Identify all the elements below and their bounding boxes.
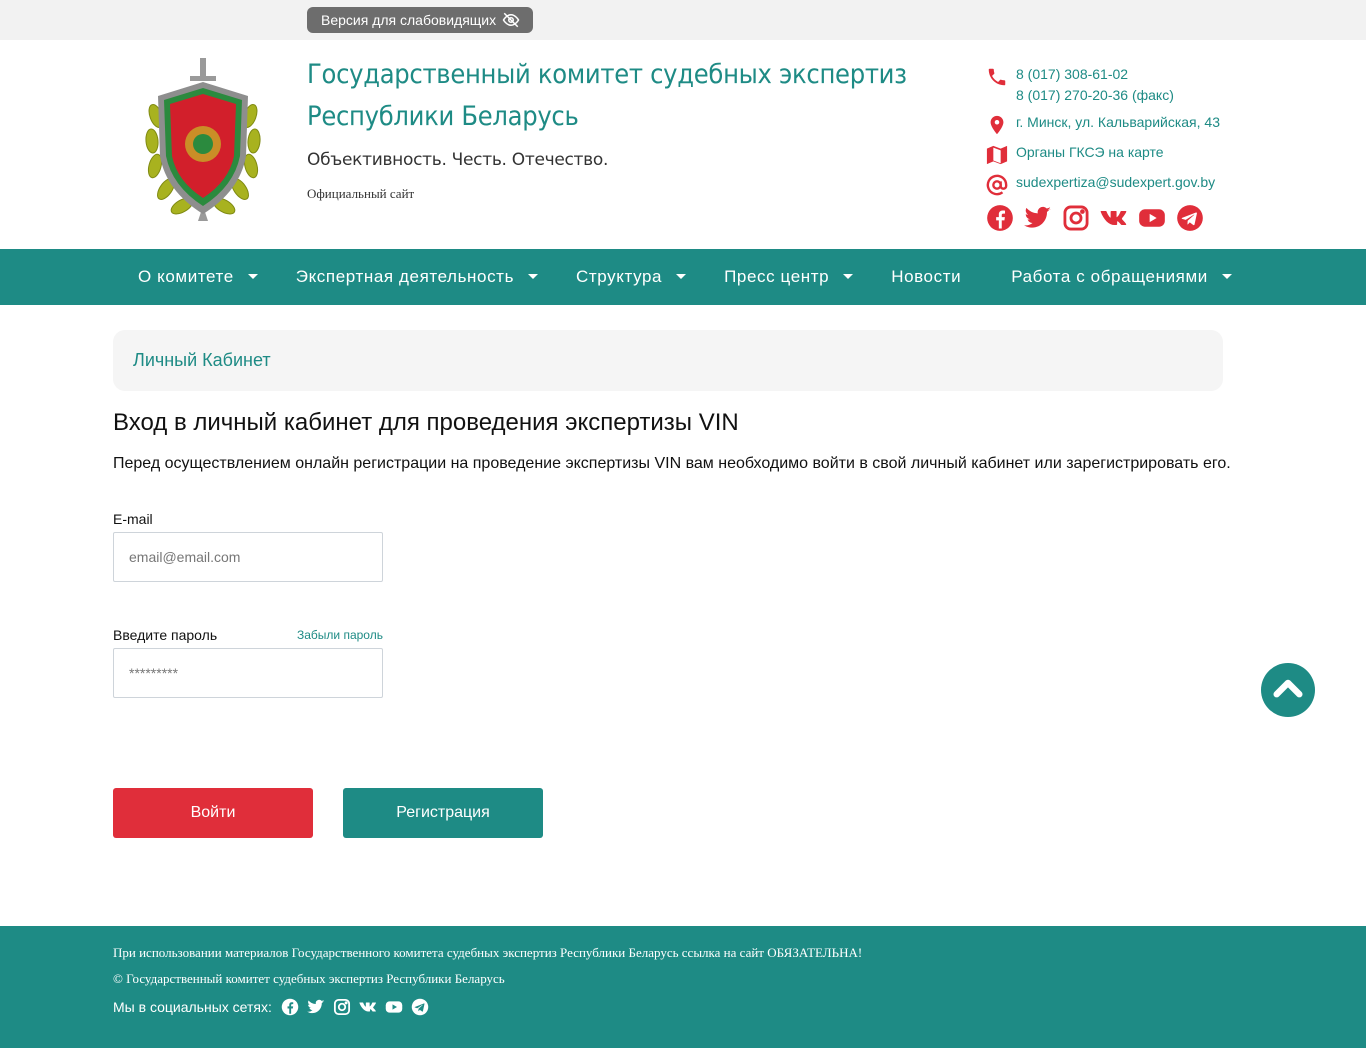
footer-copyright: © Государственный комитет судебных экспе… xyxy=(113,971,505,986)
site-motto: Объективность. Честь. Отечество. xyxy=(307,150,609,170)
phone-link-1[interactable]: 8 (017) 308-61-02 xyxy=(1016,64,1174,85)
twitter-icon[interactable] xyxy=(1024,204,1052,232)
phone-icon xyxy=(988,68,1006,86)
caret-down-icon xyxy=(247,273,258,279)
email-input[interactable] xyxy=(113,532,383,582)
nav-item-expert-activity[interactable]: Экспертная деятельность xyxy=(295,267,539,287)
footer-social: Мы в социальных сетях: xyxy=(113,998,429,1016)
page-lead-text: Перед осуществлением онлайн регистрации … xyxy=(113,455,1231,472)
site-title: Государственный комитет судебных эксперт… xyxy=(307,59,907,132)
site-footer: При использовании материалов Государстве… xyxy=(0,926,1366,1048)
contacts-block: 8 (017) 308-61-02 8 (017) 270-20-36 (фак… xyxy=(986,64,1246,202)
youtube-icon[interactable] xyxy=(1138,204,1166,232)
nav-item-label: Новости xyxy=(891,267,962,286)
nav-item-label: Пресс центр xyxy=(724,267,830,286)
nav-item-press-center[interactable]: Пресс центр xyxy=(724,267,854,287)
eye-slash-icon xyxy=(502,12,520,28)
map-marker-icon xyxy=(990,115,1004,135)
register-button[interactable]: Регистрация xyxy=(343,788,543,838)
nav-item-label: Работа с обращениями xyxy=(1011,267,1208,286)
contact-map: Органы ГКСЭ на карте xyxy=(986,142,1246,166)
forgot-password-link[interactable]: Забыли пароль xyxy=(297,628,383,642)
map-link[interactable]: Органы ГКСЭ на карте xyxy=(1016,142,1164,163)
password-input[interactable] xyxy=(113,648,383,698)
login-button[interactable]: Войти xyxy=(113,788,313,838)
site-header: Государственный комитет судебных эксперт… xyxy=(0,40,1366,249)
instagram-icon[interactable] xyxy=(333,998,351,1016)
email-label: E-mail xyxy=(113,511,153,527)
caret-down-icon xyxy=(1221,273,1232,279)
phone-link-fax[interactable]: 8 (017) 270-20-36 (факс) xyxy=(1016,85,1174,106)
folded-map-icon xyxy=(986,145,1008,165)
telegram-icon[interactable] xyxy=(411,998,429,1016)
vk-icon[interactable] xyxy=(1100,204,1128,232)
main-navigation: О комитете Экспертная деятельность Струк… xyxy=(0,249,1366,305)
nav-item-about[interactable]: О комитете xyxy=(138,267,258,287)
official-site-label: Официальный сайт xyxy=(307,186,415,201)
nav-item-label: Экспертная деятельность xyxy=(295,267,515,286)
header-social-links xyxy=(986,204,1204,232)
scroll-to-top-button[interactable] xyxy=(1261,663,1315,717)
caret-down-icon xyxy=(843,273,854,279)
facebook-icon[interactable] xyxy=(281,998,299,1016)
emblem-logo[interactable] xyxy=(142,56,264,224)
vk-icon[interactable] xyxy=(359,998,377,1016)
contact-email: sudexpertiza@sudexpert.gov.by xyxy=(986,172,1246,196)
password-label: Введите пароль xyxy=(113,627,218,643)
caret-down-icon xyxy=(676,273,687,279)
breadcrumb-current: Личный Кабинет xyxy=(133,350,271,370)
address-link[interactable]: г. Минск, ул. Кальварийская, 43 xyxy=(1016,112,1220,133)
nav-item-structure[interactable]: Структура xyxy=(576,267,687,287)
nav-item-label: О комитете xyxy=(138,267,234,286)
footer-social-label: Мы в социальных сетях: xyxy=(113,999,272,1015)
twitter-icon[interactable] xyxy=(306,998,325,1016)
chevron-up-icon xyxy=(1273,679,1303,698)
instagram-icon[interactable] xyxy=(1062,204,1090,232)
nav-item-label: Структура xyxy=(576,267,663,286)
contact-address: г. Минск, ул. Кальварийская, 43 xyxy=(986,112,1246,136)
facebook-icon[interactable] xyxy=(986,204,1014,232)
low-vision-label: Версия для слабовидящих xyxy=(321,12,497,28)
email-link[interactable]: sudexpertiza@sudexpert.gov.by xyxy=(1016,172,1215,193)
contact-phones: 8 (017) 308-61-02 8 (017) 270-20-36 (фак… xyxy=(986,64,1246,106)
page-title: Вход в личный кабинет для проведения экс… xyxy=(113,409,739,436)
at-sign-icon xyxy=(986,174,1008,196)
nav-item-news[interactable]: Новости xyxy=(891,267,961,287)
top-bar: Версия для слабовидящих xyxy=(0,0,1366,40)
youtube-icon[interactable] xyxy=(385,998,403,1016)
footer-notice: При использовании материалов Государстве… xyxy=(113,945,863,960)
telegram-icon[interactable] xyxy=(1176,204,1204,232)
breadcrumb: Личный Кабинет xyxy=(113,330,1223,391)
caret-down-icon xyxy=(528,273,539,279)
low-vision-button[interactable]: Версия для слабовидящих xyxy=(307,7,533,33)
nav-item-appeals[interactable]: Работа с обращениями xyxy=(1011,267,1232,287)
